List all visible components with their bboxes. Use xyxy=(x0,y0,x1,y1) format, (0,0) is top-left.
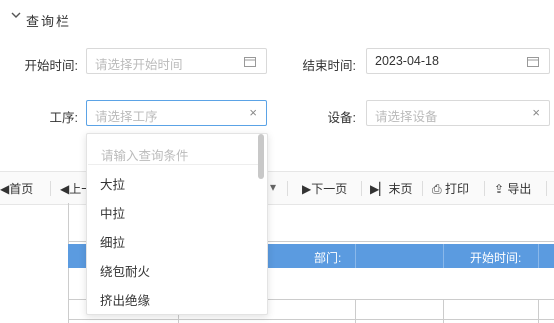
process-dropdown: 请输入查询条件 大拉 中拉 细拉 绕包耐火 挤出绝缘 xyxy=(86,133,268,315)
clear-icon[interactable]: × xyxy=(532,105,540,120)
report-toolbar: ◀首页 ◀上一 ▾ ▶下一页 ▶▏末页 ⎙ 打印 ⇪ 导出 xyxy=(0,171,554,205)
calendar-icon[interactable] xyxy=(244,56,256,67)
last-page-button[interactable]: ▶▏末页 xyxy=(370,180,412,197)
printer-icon: ⎙ xyxy=(432,182,442,196)
end-time-value: 2023-04-18 xyxy=(375,54,439,68)
end-time-field[interactable]: 2023-04-18 xyxy=(366,48,550,74)
dropdown-option[interactable]: 细拉 xyxy=(100,232,125,251)
toolbar-divider xyxy=(287,181,288,196)
dropdown-search-input[interactable]: 请输入查询条件 xyxy=(101,145,189,164)
process-label: 工序: xyxy=(49,111,78,125)
process-select[interactable]: 请选择工序 × xyxy=(86,100,267,126)
device-label: 设备: xyxy=(327,111,356,125)
dropdown-option[interactable]: 大拉 xyxy=(100,174,125,193)
process-placeholder: 请选择工序 xyxy=(95,110,158,124)
export-icon: ⇪ xyxy=(494,182,505,196)
grid-line xyxy=(538,244,539,268)
dropdown-option[interactable]: 中拉 xyxy=(100,203,125,222)
last-page-icon: ▶▏ xyxy=(370,182,389,196)
toolbar-divider xyxy=(484,181,485,196)
grid-line xyxy=(355,299,356,323)
clear-icon[interactable]: × xyxy=(249,105,257,120)
first-page-button[interactable]: ◀首页 xyxy=(0,180,33,197)
page-size-dropdown-icon[interactable]: ▾ xyxy=(270,180,276,194)
print-button[interactable]: ⎙ 打印 xyxy=(432,180,469,197)
panel-title: 查询栏 xyxy=(26,14,72,29)
device-select[interactable]: 请选择设备 × xyxy=(366,100,550,126)
grid-line xyxy=(68,319,554,320)
dropdown-option[interactable]: 挤出绝缘 xyxy=(100,290,150,309)
dropdown-divider xyxy=(88,164,258,165)
dropdown-option[interactable]: 绕包耐火 xyxy=(100,261,150,280)
calendar-icon[interactable] xyxy=(527,56,539,67)
start-time-field[interactable]: 请选择开始时间 xyxy=(86,48,267,74)
start-time-placeholder: 请选择开始时间 xyxy=(95,58,183,72)
export-button[interactable]: ⇪ 导出 xyxy=(494,180,531,197)
dropdown-scrollbar[interactable] xyxy=(258,134,264,179)
prev-page-icon: ◀ xyxy=(60,182,70,196)
grid-line xyxy=(443,244,444,268)
query-panel-header[interactable]: 查询栏 xyxy=(0,0,554,34)
toolbar-divider xyxy=(546,181,547,196)
toolbar-divider xyxy=(422,181,423,196)
toolbar-divider xyxy=(361,181,362,196)
grid-line xyxy=(355,244,356,268)
device-placeholder: 请选择设备 xyxy=(375,110,438,124)
start-time-header: 开始时间: xyxy=(470,251,522,265)
start-time-label: 开始时间: xyxy=(24,59,78,73)
next-page-icon: ▶ xyxy=(302,182,312,196)
chevron-down-icon[interactable] xyxy=(10,9,22,21)
department-header: 部门: xyxy=(314,251,342,265)
toolbar-divider xyxy=(50,181,51,196)
first-page-icon: ◀ xyxy=(0,182,10,196)
grid-line xyxy=(538,299,539,323)
end-time-label: 结束时间: xyxy=(302,59,356,73)
grid-line xyxy=(443,299,444,323)
next-page-button[interactable]: ▶下一页 xyxy=(302,180,347,197)
